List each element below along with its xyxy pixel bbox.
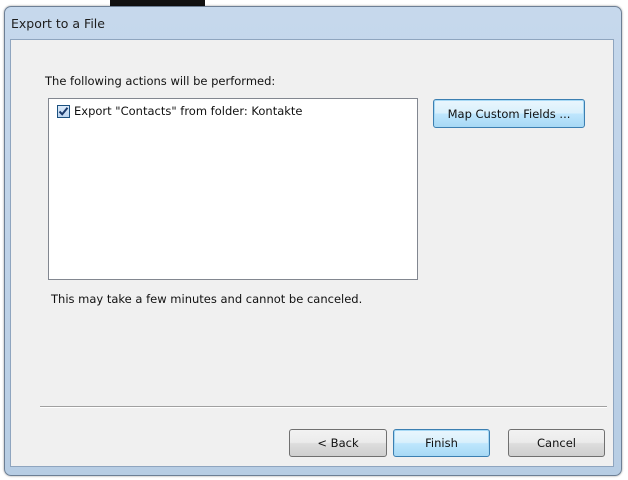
checkmark-icon bbox=[58, 106, 69, 116]
map-custom-fields-button[interactable]: Map Custom Fields ... bbox=[433, 99, 585, 128]
dialog-content: The following actions will be performed:… bbox=[10, 39, 614, 467]
actions-listbox[interactable]: Export "Contacts" from folder: Kontakte bbox=[48, 98, 418, 280]
window-title: Export to a File bbox=[11, 16, 105, 31]
notice-text: This may take a few minutes and cannot b… bbox=[51, 292, 363, 306]
export-dialog-window: Export to a File The following actions w… bbox=[4, 6, 622, 476]
export-action-label: Export "Contacts" from folder: Kontakte bbox=[74, 104, 303, 118]
list-item-export-contacts[interactable]: Export "Contacts" from folder: Kontakte bbox=[57, 104, 303, 118]
separator-line bbox=[40, 406, 607, 408]
actions-label: The following actions will be performed: bbox=[45, 74, 276, 88]
export-checkbox[interactable] bbox=[57, 104, 70, 118]
finish-button[interactable]: Finish bbox=[393, 429, 490, 457]
cancel-button[interactable]: Cancel bbox=[508, 429, 605, 457]
title-bar[interactable]: Export to a File bbox=[5, 7, 621, 39]
back-button[interactable]: < Back bbox=[289, 429, 387, 457]
